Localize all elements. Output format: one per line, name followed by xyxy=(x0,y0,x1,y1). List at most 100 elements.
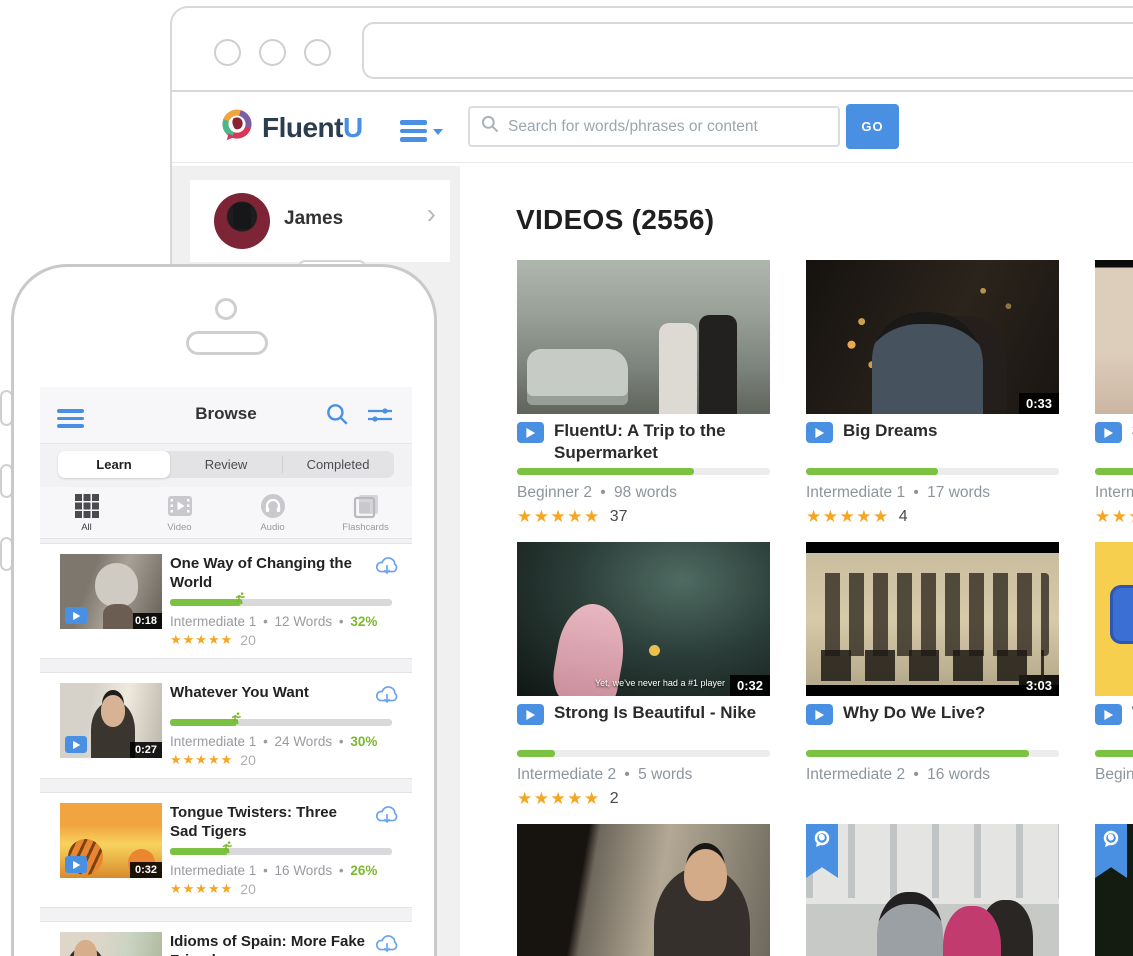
category-audio[interactable]: Audio xyxy=(226,493,319,533)
url-bar[interactable] xyxy=(362,22,1133,79)
download-cloud-icon[interactable] xyxy=(374,685,400,712)
video-card[interactable]: FluentU: A Trip to the Supermarket Begin… xyxy=(517,260,770,527)
play-icon[interactable] xyxy=(806,704,833,725)
star-icons: ★★★★★ xyxy=(806,507,890,527)
category-flashcards[interactable]: Flashcards xyxy=(319,493,412,533)
runner-icon xyxy=(233,591,247,610)
progress-bar xyxy=(806,468,1059,475)
video-thumbnail[interactable] xyxy=(1095,542,1133,696)
tab-completed[interactable]: Completed xyxy=(282,451,394,478)
go-button[interactable]: GO xyxy=(846,104,899,149)
video-list: 0:18 One Way of Changing the World Inter… xyxy=(40,543,412,956)
video-title[interactable]: Tongue Twisters: Three Sad Tigers xyxy=(170,803,366,841)
progress-bar xyxy=(170,719,392,726)
play-icon[interactable] xyxy=(1095,704,1122,725)
video-thumbnail[interactable]: Yet, we've never had a #1 player 0:32 xyxy=(517,542,770,696)
play-icon[interactable] xyxy=(65,607,87,624)
video-title[interactable]: Idioms of Spain: More Fake Friends xyxy=(170,932,366,956)
level-label: Beginner xyxy=(1095,766,1133,783)
level-label: Intermediate 1 xyxy=(170,734,256,749)
page-title: VIDEOS (2556) xyxy=(516,204,714,236)
progress-bar xyxy=(517,468,770,475)
tab-review[interactable]: Review xyxy=(170,451,282,478)
tab-bar: Learn Review Completed xyxy=(58,451,394,478)
video-thumbnail[interactable]: 0:18 xyxy=(60,554,162,629)
video-card[interactable]: Yet, we've never had a #1 player 0:32 St… xyxy=(517,542,770,809)
video-card[interactable] xyxy=(1095,824,1133,956)
rating-count: 20 xyxy=(240,881,256,897)
play-icon[interactable] xyxy=(1095,422,1122,443)
word-count: 16 Words xyxy=(275,863,333,878)
video-title[interactable]: Big Dreams xyxy=(843,420,937,442)
brand-logo[interactable]: FluentU xyxy=(220,108,363,147)
list-item[interactable]: 0:32 Tongue Twisters: Three Sad Tigers I… xyxy=(40,792,412,908)
search-icon[interactable] xyxy=(324,401,350,432)
window-maximize-button[interactable] xyxy=(304,39,331,66)
video-thumbnail[interactable] xyxy=(517,260,770,414)
list-item[interactable]: 0:18 Idioms of Spain: More Fake Friends … xyxy=(40,921,412,956)
filters-icon[interactable] xyxy=(366,403,394,432)
chevron-right-icon[interactable]: › xyxy=(427,198,436,230)
video-title[interactable]: One Way of Changing the World xyxy=(170,554,366,592)
star-icons: ★★★★★ xyxy=(170,752,233,768)
percent-label: 26% xyxy=(350,863,377,878)
video-thumbnail[interactable] xyxy=(1095,260,1133,414)
window-close-button[interactable] xyxy=(214,39,241,66)
star-icons: ★★★★★ xyxy=(170,881,233,897)
video-card[interactable]: 0:14 xyxy=(517,824,770,956)
phone-screen: Browse Learn Review Completed xyxy=(40,387,412,956)
list-item[interactable]: 0:18 One Way of Changing the World Inter… xyxy=(40,543,412,659)
screen-title: Browse xyxy=(40,404,412,424)
video-thumbnail[interactable]: 0:33 xyxy=(806,260,1059,414)
video-meta: Intermediate 1 • 12 Words • 32% xyxy=(170,614,400,629)
star-icons: ★★★★★ xyxy=(517,789,601,809)
video-card[interactable]: 3:01 xyxy=(806,824,1059,956)
category-video[interactable]: Video xyxy=(133,493,226,533)
list-item[interactable]: 0:27 Whatever You Want Intermediate 1 • … xyxy=(40,672,412,779)
nav-menu-button[interactable] xyxy=(400,116,443,146)
play-icon[interactable] xyxy=(65,856,87,873)
window-minimize-button[interactable] xyxy=(259,39,286,66)
duration-badge: 3:03 xyxy=(1019,675,1059,696)
avatar xyxy=(214,193,270,249)
video-card[interactable]: 3 Intermediate ★★★★★ xyxy=(1095,260,1133,527)
tab-learn[interactable]: Learn xyxy=(58,451,170,478)
progress-bar xyxy=(517,750,770,757)
main-content: VIDEOS (2556) FluentU: A Trip to the Sup… xyxy=(460,166,1133,956)
rating-count: 2 xyxy=(610,790,619,808)
search-input[interactable] xyxy=(500,118,838,136)
video-thumbnail[interactable]: 3:03 xyxy=(806,542,1059,696)
video-card[interactable]: W Beginner xyxy=(1095,542,1133,784)
video-title[interactable]: Whatever You Want xyxy=(170,683,309,712)
video-thumbnail[interactable] xyxy=(1095,824,1133,956)
video-title[interactable]: Strong Is Beautiful - Nike xyxy=(554,702,756,724)
video-card[interactable]: 3:03 Why Do We Live? Intermediate 2 • 16… xyxy=(806,542,1059,784)
search-box xyxy=(468,106,840,147)
video-thumbnail[interactable]: 0:18 xyxy=(60,932,162,956)
download-cloud-icon[interactable] xyxy=(374,805,400,841)
top-navbar: FluentU GO xyxy=(172,92,1133,163)
download-cloud-icon[interactable] xyxy=(374,934,400,956)
duration-badge: 0:32 xyxy=(730,675,770,696)
play-icon[interactable] xyxy=(806,422,833,443)
play-icon[interactable] xyxy=(65,736,87,753)
video-thumbnail[interactable]: 0:14 xyxy=(517,824,770,956)
user-card[interactable]: James › xyxy=(190,180,450,262)
word-count: 17 words xyxy=(927,484,990,501)
category-all[interactable]: All xyxy=(40,493,133,533)
level-label: Intermediate 2 xyxy=(517,766,616,783)
video-thumbnail[interactable]: 0:32 xyxy=(60,803,162,878)
level-label: Intermediate 1 xyxy=(170,863,256,878)
download-cloud-icon[interactable] xyxy=(374,556,400,592)
video-thumbnail[interactable]: 0:27 xyxy=(60,683,162,758)
video-title[interactable]: FluentU: A Trip to the Supermarket xyxy=(554,420,770,464)
video-card[interactable]: 0:33 Big Dreams Intermediate 1 • 17 word… xyxy=(806,260,1059,527)
video-title[interactable]: Why Do We Live? xyxy=(843,702,985,724)
play-icon[interactable] xyxy=(517,704,544,725)
video-thumbnail[interactable]: 3:01 xyxy=(806,824,1059,956)
video-grid: FluentU: A Trip to the Supermarket Begin… xyxy=(517,260,1133,956)
video-meta: Intermediate xyxy=(1095,484,1133,502)
progress-bar xyxy=(806,750,1059,757)
play-icon[interactable] xyxy=(517,422,544,443)
category-row: All Video xyxy=(40,487,412,539)
